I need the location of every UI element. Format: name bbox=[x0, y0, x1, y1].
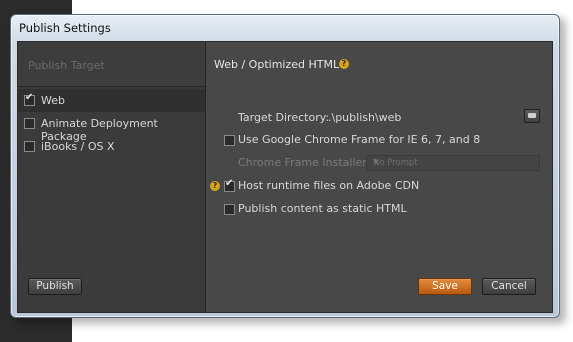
animate-deployment-checkbox[interactable] bbox=[24, 118, 35, 129]
help-icon-cdn[interactable]: ? bbox=[210, 181, 220, 191]
host-runtime-checkbox[interactable] bbox=[224, 178, 235, 192]
folder-icon[interactable] bbox=[524, 109, 540, 123]
publish-button[interactable]: Publish bbox=[28, 278, 82, 295]
window-title: Publish Settings bbox=[19, 21, 111, 35]
section-title: Web / Optimized HTML bbox=[214, 58, 340, 71]
target-item-ibooks[interactable]: iBooks / OS X bbox=[18, 135, 205, 158]
publish-settings-window: Publish Settings Publish Target Web Anim… bbox=[10, 14, 560, 318]
static-html-label: Publish content as static HTML bbox=[238, 202, 407, 215]
cancel-button[interactable]: Cancel bbox=[482, 278, 536, 295]
chevron-down-icon: ▼ bbox=[373, 158, 379, 166]
target-label-ibooks: iBooks / OS X bbox=[41, 140, 115, 153]
ibooks-checkbox[interactable] bbox=[24, 141, 35, 152]
chrome-installer-label: Chrome Frame Installer: bbox=[238, 156, 371, 169]
chrome-frame-checkbox[interactable] bbox=[224, 135, 235, 146]
publish-target-pane: Publish Target Web Animate Deployment Pa… bbox=[18, 42, 206, 312]
publish-target-label: Publish Target bbox=[28, 59, 105, 72]
target-label-web: Web bbox=[41, 94, 65, 107]
publish-target-header: Publish Target bbox=[18, 42, 205, 87]
target-item-animate-deployment[interactable]: Animate Deployment Package bbox=[18, 112, 205, 143]
help-icon[interactable]: ? bbox=[339, 59, 349, 69]
web-checkbox[interactable] bbox=[24, 92, 35, 106]
static-html-checkbox[interactable] bbox=[224, 204, 235, 215]
target-directory-value[interactable]: .\publish\web bbox=[328, 111, 401, 124]
save-button[interactable]: Save bbox=[418, 278, 472, 295]
dialog-body: Publish Target Web Animate Deployment Pa… bbox=[17, 41, 553, 313]
title-bar[interactable]: Publish Settings bbox=[11, 15, 559, 41]
target-directory-label: Target Directory: bbox=[238, 111, 330, 124]
host-runtime-label: Host runtime files on Adobe CDN bbox=[238, 179, 420, 192]
chrome-installer-select[interactable]: No Prompt ▼ bbox=[366, 155, 540, 171]
chrome-frame-label: Use Google Chrome Frame for IE 6, 7, and… bbox=[238, 133, 481, 146]
target-item-web[interactable]: Web bbox=[18, 89, 205, 112]
web-settings-pane: Web / Optimized HTML ? Target Directory:… bbox=[206, 42, 552, 312]
